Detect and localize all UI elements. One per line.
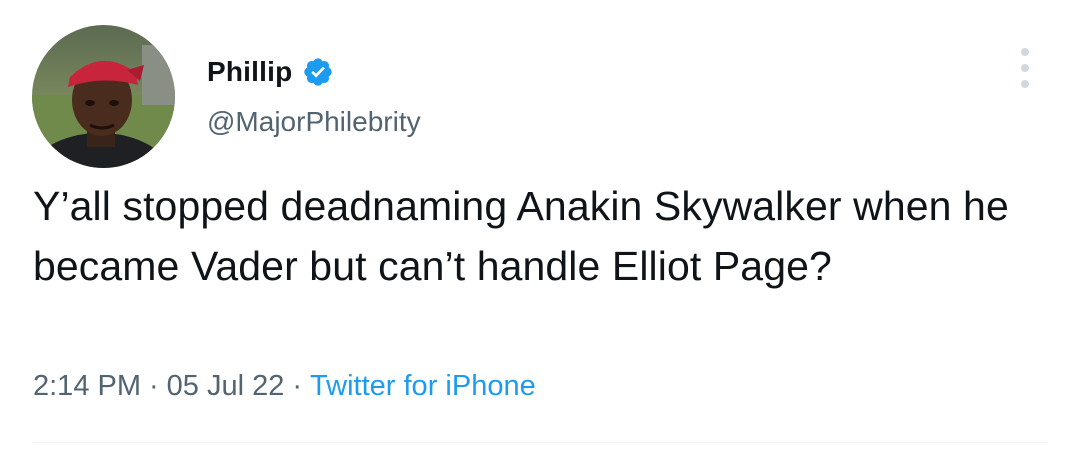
divider <box>33 442 1048 443</box>
more-dot <box>1021 64 1029 72</box>
user-handle[interactable]: @MajorPhilebrity <box>207 106 421 138</box>
tweet-date[interactable]: 05 Jul 22 <box>167 370 285 402</box>
more-dot <box>1021 48 1029 56</box>
meta-separator: · <box>292 370 303 402</box>
tweet-card: Phillip @MajorPhilebrity Y’all stopped d… <box>0 0 1080 450</box>
avatar[interactable] <box>32 25 175 168</box>
more-options-icon[interactable] <box>1012 48 1038 88</box>
display-name[interactable]: Phillip <box>207 56 292 88</box>
tweet-source-link[interactable]: Twitter for iPhone <box>310 370 536 402</box>
name-row: Phillip <box>207 52 334 92</box>
tweet-meta: 2:14 PM · 05 Jul 22 · Twitter for iPhone <box>33 370 536 403</box>
tweet-text: Y’all stopped deadnaming Anakin Skywalke… <box>33 183 1009 289</box>
avatar-image <box>32 25 175 168</box>
more-dot <box>1021 80 1029 88</box>
tweet-time[interactable]: 2:14 PM <box>33 370 141 402</box>
meta-separator: · <box>149 370 159 402</box>
verified-badge-icon <box>302 56 334 88</box>
